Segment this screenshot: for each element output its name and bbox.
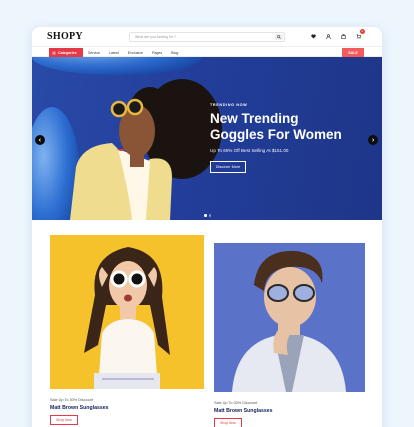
product-card[interactable]: Sale Up To 30% Discount Matt Brown Sungl… (214, 243, 365, 427)
categories-label: Categories (58, 50, 77, 55)
discover-more-button[interactable]: Discover More (210, 161, 246, 173)
search-button[interactable] (275, 34, 283, 40)
slider-prev-button[interactable] (35, 135, 45, 145)
categories-button[interactable]: Categories (49, 48, 83, 57)
hero-banner: TRENDING NOW New Trending Goggles For Wo… (32, 57, 382, 220)
slider-dots (204, 214, 211, 217)
slider-dot-2[interactable] (208, 214, 211, 217)
product-image-man-sunglasses[interactable] (214, 243, 365, 392)
nav-link-blog[interactable]: Blog (171, 51, 178, 55)
search-placeholder: What are you looking for ? (135, 35, 176, 39)
product-caption: Sale Up To 30% Discount (214, 401, 257, 405)
bag-icon[interactable] (340, 32, 347, 40)
slider-next-button[interactable] (368, 135, 378, 145)
header-icons: 0 (310, 29, 365, 40)
chevron-left-icon (38, 138, 41, 142)
hero-subline: Up To 60% Off Best Selling At $151.00 (210, 148, 289, 153)
product-caption: Sale Up To 30% Discount (50, 398, 93, 402)
header: SHOPY What are you looking for ? 0 (32, 27, 382, 47)
hero-copy: TRENDING NOW New Trending Goggles For Wo… (210, 103, 360, 173)
heart-icon[interactable] (310, 32, 317, 40)
hero-eyebrow: TRENDING NOW (210, 103, 248, 107)
search-input[interactable]: What are you looking for ? (129, 32, 285, 42)
user-icon[interactable] (325, 32, 332, 40)
chevron-right-icon (372, 138, 375, 142)
menu-icon (52, 51, 56, 54)
slider-dot-1[interactable] (204, 214, 207, 217)
shop-now-button[interactable]: Shop Now (50, 415, 78, 425)
cart-count-badge: 0 (360, 29, 365, 34)
product-title[interactable]: Matt Brown Sunglasses (214, 408, 365, 414)
hero-headline-line-2: Goggles For Women (210, 126, 342, 142)
logo[interactable]: SHOPY (47, 31, 83, 42)
main-nav: Categories Service Latest Exclusive Page… (32, 46, 382, 57)
shop-now-button[interactable]: Shop Now (214, 418, 242, 427)
sale-button[interactable]: SALE (342, 48, 364, 57)
hero-headline-line-1: New Trending (210, 111, 299, 126)
browser-frame: SHOPY What are you looking for ? 0 Categ… (32, 27, 382, 427)
nav-link-pages[interactable]: Pages (152, 51, 162, 55)
product-card[interactable]: Sale Up To 30% Discount Matt Brown Sungl… (50, 235, 204, 425)
hero-headline: New Trending Goggles For Women (210, 111, 360, 142)
search-icon (277, 35, 281, 39)
nav-link-latest[interactable]: Latest (109, 51, 119, 55)
nav-link-service[interactable]: Service (88, 51, 100, 55)
nav-link-exclusive[interactable]: Exclusive (128, 51, 143, 55)
cart-button[interactable]: 0 (355, 29, 365, 40)
product-image-woman-sunglasses[interactable] (50, 235, 204, 389)
cart-icon (356, 33, 361, 39)
product-title[interactable]: Matt Brown Sunglasses (50, 405, 204, 411)
